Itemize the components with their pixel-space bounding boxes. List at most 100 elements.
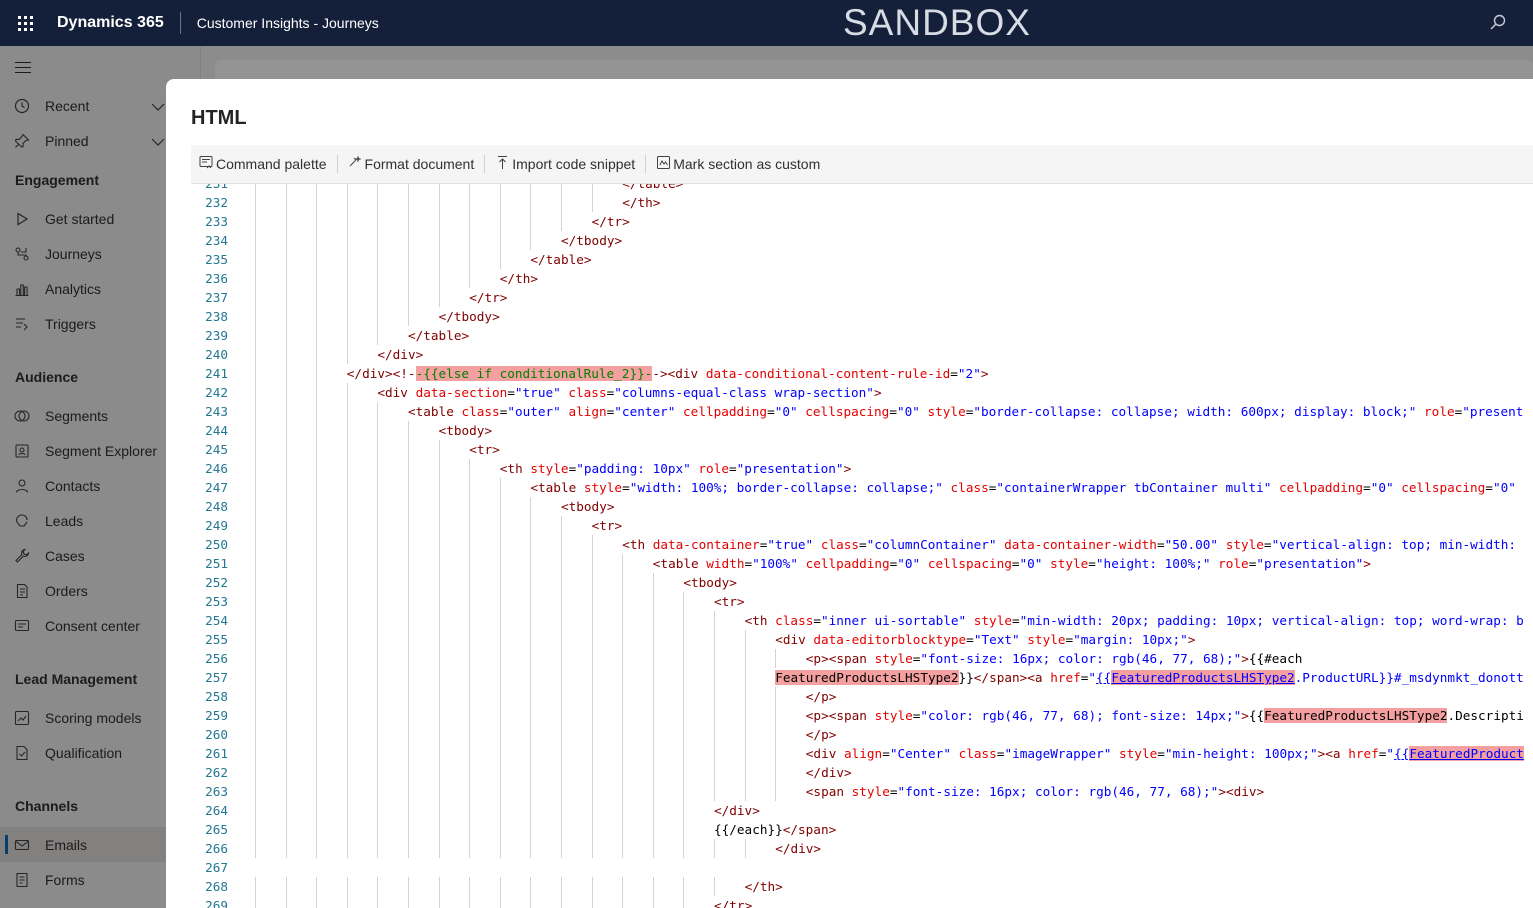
indent-guide	[255, 497, 256, 516]
indent-guide	[775, 763, 777, 782]
line-number: 243	[205, 404, 228, 419]
indent-guide	[346, 896, 348, 908]
indent-guide	[499, 687, 501, 706]
code-line[interactable]: 246 <th style="padding: 10px" role="prese…	[191, 459, 1533, 478]
toolbar-divider	[645, 155, 647, 173]
code-line[interactable]: 249 <tr>	[191, 516, 1533, 535]
code-text: <span style="font-size: 16px; color: rgb…	[805, 784, 1265, 799]
code-line[interactable]: 233 </tr>	[191, 212, 1533, 231]
code-line[interactable]: 236 </th>	[191, 269, 1533, 288]
code-line[interactable]: 241 </div><!--{{else if conditionalRule_2…	[191, 364, 1533, 383]
code-line[interactable]: 261 <div align="Center" class="imageWrapp…	[191, 744, 1533, 763]
code-line[interactable]: 247 <table style="width: 100%; border-col…	[191, 478, 1533, 497]
indent-guide	[530, 744, 532, 763]
code-line[interactable]: 269 </tr>	[191, 896, 1533, 908]
indent-guide	[316, 516, 318, 535]
app-launcher-icon[interactable]	[0, 15, 50, 31]
line-number: 244	[205, 423, 228, 438]
code-line[interactable]: 234 </tbody>	[191, 231, 1533, 250]
line-number: 237	[205, 290, 228, 305]
indent-guide	[469, 478, 471, 497]
code-text: <tbody>	[438, 423, 493, 438]
code-line[interactable]: 255 <div data-editorblocktype="Text" styl…	[191, 630, 1533, 649]
indent-guide	[408, 744, 409, 763]
code-text: </div>	[714, 803, 760, 818]
indent-guide	[561, 782, 562, 801]
indent-guide	[408, 801, 409, 820]
code-line[interactable]: 254 <th class="inner ui-sortable" style="…	[191, 611, 1533, 630]
line-number: 232	[205, 195, 228, 210]
line-number: 234	[205, 233, 228, 248]
code-line[interactable]: 232 </th>	[191, 193, 1533, 212]
indent-guide	[499, 725, 501, 744]
line-number: 255	[205, 632, 228, 647]
indent-guide	[622, 820, 624, 839]
indent-guide	[377, 744, 379, 763]
code-editor[interactable]: 231</table>232</th>233</tr>234</tbody>23…	[191, 184, 1533, 908]
app-name[interactable]: Customer Insights - Journeys	[197, 15, 379, 31]
indent-guide	[316, 440, 318, 459]
indent-guide	[408, 820, 409, 839]
indent-guide	[714, 706, 715, 725]
code-line[interactable]: 238 </tbody>	[191, 307, 1533, 326]
code-line[interactable]: 251 <table width="100%" cellpadding="0" c…	[191, 554, 1533, 573]
command-palette-button[interactable]: Command palette	[199, 145, 327, 184]
mark-section-custom-button[interactable]: Mark section as custom	[656, 145, 820, 184]
code-line[interactable]: 253 <tr>	[191, 592, 1533, 611]
indent-guide	[622, 592, 624, 611]
code-line[interactable]: 242 <div data-section="true" class="colum…	[191, 383, 1533, 402]
indent-guide	[591, 592, 593, 611]
code-line[interactable]: 245 <tr>	[191, 440, 1533, 459]
import-code-snippet-button[interactable]: Import code snippet	[495, 145, 635, 184]
indent-guide	[377, 592, 379, 611]
search-icon[interactable]	[1489, 13, 1507, 36]
code-line[interactable]: 260 </p>	[191, 725, 1533, 744]
code-line[interactable]: 257 FeaturedProductsLHSType2}}</span><a h…	[191, 668, 1533, 687]
indent-guide	[622, 801, 624, 820]
indent-guide	[377, 478, 379, 497]
indent-guide	[285, 497, 287, 516]
indent-guide	[255, 307, 256, 326]
format-document-button[interactable]: Format document	[348, 145, 474, 184]
brand-name[interactable]: Dynamics 365	[57, 14, 164, 32]
indent-guide	[255, 687, 256, 706]
code-line[interactable]: 256 <p><span style="font-size: 16px; colo…	[191, 649, 1533, 668]
code-line[interactable]: 237 </tr>	[191, 288, 1533, 307]
code-line[interactable]: 248 <tbody>	[191, 497, 1533, 516]
indent-guide	[346, 668, 348, 687]
code-line[interactable]: 266 </div>	[191, 839, 1533, 858]
indent-guide	[255, 592, 256, 611]
code-line[interactable]: 244 <tbody>	[191, 421, 1533, 440]
code-line[interactable]: 243 <table class="outer" align="center" c…	[191, 402, 1533, 421]
indent-guide	[408, 706, 409, 725]
code-line[interactable]: 258 </p>	[191, 687, 1533, 706]
code-line[interactable]: 264 </div>	[191, 801, 1533, 820]
indent-guide	[255, 478, 256, 497]
code-line[interactable]: 240 </div>	[191, 345, 1533, 364]
code-line[interactable]: 250 <th data-container="true" class="colu…	[191, 535, 1533, 554]
code-text: <tbody>	[561, 499, 615, 514]
indent-guide	[285, 687, 287, 706]
code-line[interactable]: 259 <p><span style="color: rgb(46, 77, 68…	[191, 706, 1533, 725]
indent-guide	[530, 611, 532, 630]
indent-guide	[499, 801, 501, 820]
code-line[interactable]: 263 <span style="font-size: 16px; color: …	[191, 782, 1533, 801]
indent-guide	[591, 630, 593, 649]
indent-guide	[377, 184, 379, 193]
indent-guide	[285, 535, 287, 554]
indent-guide	[408, 478, 409, 497]
code-line[interactable]: 239 </table>	[191, 326, 1533, 345]
indent-guide	[316, 706, 318, 725]
indent-guide	[530, 763, 532, 782]
code-line[interactable]: 252 <tbody>	[191, 573, 1533, 592]
code-line[interactable]: 262 </div>	[191, 763, 1533, 782]
code-line[interactable]: 235 </table>	[191, 250, 1533, 269]
indent-guide	[469, 497, 471, 516]
indent-guide	[408, 269, 409, 288]
indent-guide	[408, 497, 409, 516]
code-line[interactable]: 267	[191, 858, 1533, 877]
code-line[interactable]: 268 </th>	[191, 877, 1533, 896]
code-line[interactable]: 265 {{/each}}</span>	[191, 820, 1533, 839]
dialog-title: HTML	[191, 107, 247, 129]
code-line[interactable]: 231 </table>	[191, 184, 1533, 193]
